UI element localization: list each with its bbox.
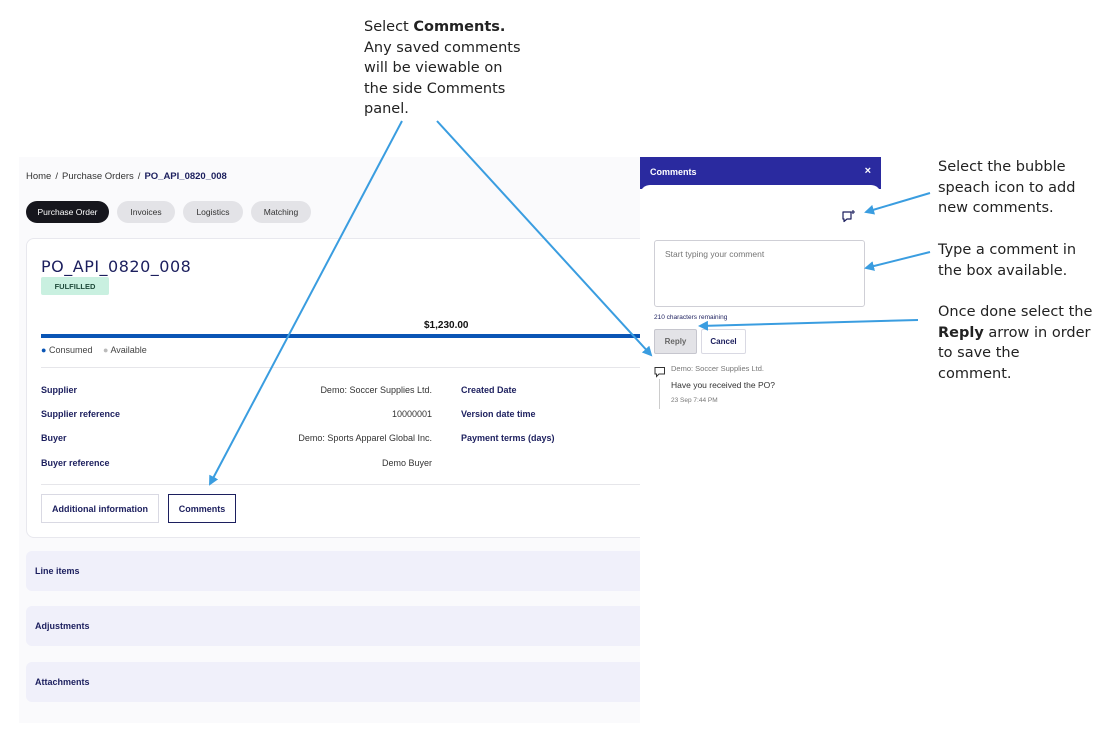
comment-input[interactable] [654, 240, 865, 307]
divider [41, 367, 640, 368]
field-label-payment-terms: Payment terms (days) [461, 433, 555, 443]
page-title: PO_API_0820_008 [41, 257, 192, 276]
po-summary-card: PO_API_0820_008 FULFILLED $1,230.00 ● Co… [26, 238, 640, 538]
add-comment-bubble-icon[interactable] [841, 209, 857, 223]
section-adjustments[interactable]: Adjustments [26, 606, 640, 646]
available-dot-icon: ● [103, 345, 109, 355]
divider [41, 484, 640, 485]
legend-available: Available [110, 345, 147, 355]
consumed-dot-icon: ● [41, 345, 47, 355]
tab-invoices[interactable]: Invoices [117, 201, 175, 223]
breadcrumb-home[interactable]: Home [26, 171, 51, 182]
purchase-order-page: Home / Purchase Orders / PO_API_0820_008 Pur… [19, 157, 640, 723]
comments-panel-title: Comments [650, 167, 697, 177]
annotation-type-comment: Type a comment in the box available. [938, 242, 1077, 279]
status-badge: FULFILLED [41, 277, 109, 295]
field-label-buyer: Buyer [41, 433, 67, 443]
field-label-buyer-reference: Buyer reference [41, 458, 110, 468]
section-line-items[interactable]: Line items [26, 551, 640, 591]
comment-text: Have you received the PO? [671, 380, 775, 390]
field-value-buyer-reference: Demo Buyer [381, 458, 432, 468]
progress-legend: ● Consumed ● Available [41, 345, 147, 355]
field-value-supplier: Demo: Soccer Supplies Ltd. [320, 385, 432, 395]
close-icon[interactable]: × [865, 165, 871, 177]
annotation-bubble-icon: Select the bubble speach icon to add new… [938, 159, 1076, 217]
reply-button[interactable]: Reply [654, 329, 697, 354]
comments-panel-body-top [640, 185, 881, 199]
comment-thread-line [659, 379, 660, 409]
field-label-created-date: Created Date [461, 385, 517, 395]
legend-consumed: Consumed [48, 345, 93, 355]
breadcrumb: Home / Purchase Orders / PO_API_0820_008 [26, 171, 227, 182]
cancel-button[interactable]: Cancel [701, 329, 746, 354]
field-label-supplier: Supplier [41, 385, 78, 395]
field-label-supplier-reference: Supplier reference [41, 409, 121, 419]
section-attachments[interactable]: Attachments [26, 662, 640, 702]
comment-bubble-icon [654, 367, 665, 378]
comment-timestamp: 23 Sep 7:44 PM [671, 397, 718, 404]
comment-author: Demo: Soccer Supplies Ltd. [671, 364, 764, 373]
annotation-reply: Once done select the Reply arrow in orde… [938, 304, 1093, 382]
breadcrumb-separator: / [55, 171, 58, 182]
comments-panel: Comments × 210 characters remaining Repl… [640, 157, 881, 723]
tab-purchase-order[interactable]: Purchase Order [26, 201, 109, 223]
breadcrumb-separator: / [137, 171, 141, 182]
breadcrumb-purchase-orders[interactable]: Purchase Orders [62, 171, 134, 182]
tab-logistics[interactable]: Logistics [183, 201, 243, 223]
field-value-buyer: Demo: Sports Apparel Global Inc. [298, 433, 432, 443]
tab-matching[interactable]: Matching [251, 201, 311, 223]
po-amount: $1,230.00 [424, 320, 469, 331]
consumption-progress-bar [41, 334, 640, 338]
characters-remaining: 210 characters remaining [654, 314, 728, 321]
field-label-version-date-time: Version date time [461, 409, 536, 419]
annotation-select-comments: Select Comments. Any saved comments will… [364, 19, 521, 118]
additional-information-button[interactable]: Additional information [41, 494, 159, 523]
field-value-supplier-reference: 10000001 [391, 409, 432, 419]
comments-button[interactable]: Comments [168, 494, 236, 523]
breadcrumb-current: PO_API_0820_008 [144, 171, 227, 182]
